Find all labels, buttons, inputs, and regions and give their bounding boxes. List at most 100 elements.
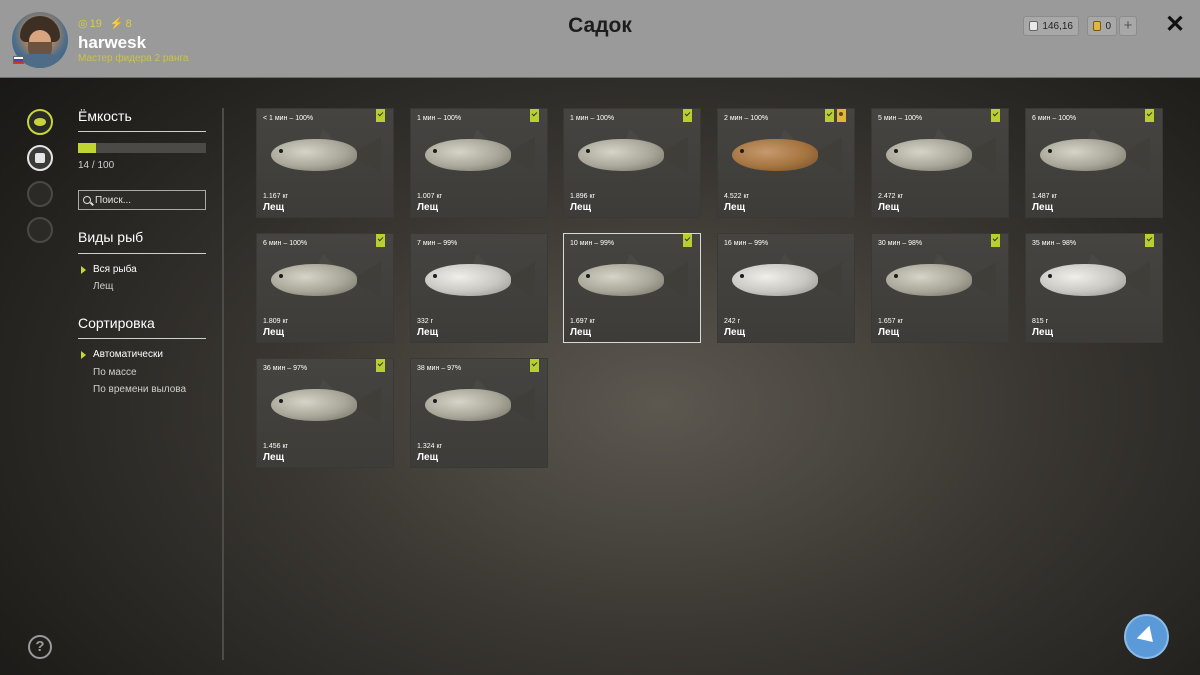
fish-card[interactable]: 38 мин – 97% 1.324 кг Лещ (410, 358, 548, 468)
bream-fish-icon (271, 129, 383, 181)
fish-name: Лещ (263, 202, 285, 213)
cursor-mode-button[interactable] (1124, 614, 1169, 659)
bream-fish-icon (271, 379, 383, 431)
divider (78, 131, 206, 132)
player-rank: Мастер фидера 2 ранга (78, 53, 189, 64)
bream-fish-icon (425, 254, 537, 306)
fish-card[interactable]: 16 мин – 99% 242 г Лещ (717, 233, 855, 343)
close-button[interactable]: ✕ (1163, 13, 1187, 37)
capacity-bar (78, 143, 206, 153)
fish-catch-time: 1 мин – 100% (417, 115, 462, 122)
fish-card[interactable]: 7 мин – 99% 332 г Лещ (410, 233, 548, 343)
fish-name: Лещ (417, 327, 439, 338)
fish-catch-time: 5 мин – 100% (878, 115, 923, 122)
fish-name: Лещ (570, 202, 592, 213)
check-badge-icon (1145, 109, 1154, 122)
fish-card[interactable]: 30 мин – 98% 1.657 кг Лещ (871, 233, 1009, 343)
fish-name: Лещ (570, 327, 592, 338)
add-currency-button[interactable]: + (1119, 16, 1137, 36)
fish-name: Лещ (878, 327, 900, 338)
silver-balance: 146,16 (1023, 16, 1079, 36)
fish-card-selected[interactable]: 10 мин – 99% 1.697 кг Лещ (563, 233, 701, 343)
fish-card[interactable]: 36 мин – 97% 1.456 кг Лещ (256, 358, 394, 468)
search-box[interactable] (78, 190, 206, 210)
check-badge-icon (376, 234, 385, 247)
sort-option-auto[interactable]: Автоматически (93, 349, 163, 360)
fish-card[interactable]: 1 мин – 100% 1.007 кг Лещ (410, 108, 548, 218)
fish-catch-time: 35 мин – 98% (1032, 240, 1077, 247)
gold-coin-icon (1093, 21, 1102, 31)
fish-card[interactable]: 6 мин – 100% 1.809 кг Лещ (256, 233, 394, 343)
sort-heading: Сортировка (78, 315, 155, 331)
fish-weight: 815 г (1032, 318, 1049, 325)
fish-weight: 4.522 кг (724, 193, 750, 200)
trophy-badge-icon (837, 109, 846, 122)
russia-flag-icon (13, 56, 24, 64)
panel-divider (222, 108, 224, 660)
fish-card[interactable]: 6 мин – 100% 1.487 кг Лещ (1025, 108, 1163, 218)
fish-catch-time: 38 мин – 97% (417, 365, 462, 372)
bream-fish-icon (1040, 129, 1152, 181)
check-badge-icon (825, 109, 834, 122)
fish-catch-time: 6 мин – 100% (263, 240, 308, 247)
bream-fish-icon (425, 379, 537, 431)
fish-weight: 2.472 кг (878, 193, 904, 200)
top-bar: ◎ 19 ⚡ 8 harwesk Мастер фидера 2 ранга Сад… (0, 0, 1200, 78)
keepnet-fish-icon[interactable] (27, 109, 53, 135)
check-badge-icon (991, 234, 1000, 247)
fish-weight: 1.167 кг (263, 193, 289, 200)
check-badge-icon (530, 359, 539, 372)
bream-fish-icon (732, 254, 844, 306)
species-heading: Виды рыб (78, 229, 144, 245)
divider (78, 338, 206, 339)
fish-name: Лещ (263, 452, 285, 463)
fish-weight: 1.324 кг (417, 443, 443, 450)
bream-fish-icon (578, 254, 690, 306)
silver-value: 146,16 (1042, 20, 1073, 32)
fish-weight: 1.809 кг (263, 318, 289, 325)
bream-fish-icon (886, 254, 998, 306)
bream-fish-icon (1040, 254, 1152, 306)
bream-fish-icon (425, 129, 537, 181)
fish-card[interactable]: 1 мин – 100% 1.896 кг Лещ (563, 108, 701, 218)
help-button[interactable]: ? (28, 635, 52, 659)
fish-weight: 1.896 кг (570, 193, 596, 200)
fish-weight: 1.487 кг (1032, 193, 1058, 200)
selected-arrow-icon (81, 351, 86, 359)
check-badge-icon (683, 109, 692, 122)
species-option-all[interactable]: Вся рыба (93, 264, 137, 275)
fish-catch-time: 30 мин – 98% (878, 240, 923, 247)
fish-name: Лещ (724, 327, 746, 338)
fish-card[interactable]: 2 мин – 100% 4.522 кг Лещ (717, 108, 855, 218)
species-option-bream[interactable]: Лещ (93, 281, 113, 292)
fish-card[interactable]: 35 мин – 98% 815 г Лещ (1025, 233, 1163, 343)
search-input[interactable] (95, 194, 195, 206)
fish-catch-time: 7 мин – 99% (417, 240, 458, 247)
home-icon[interactable] (27, 217, 53, 243)
check-badge-icon (991, 109, 1000, 122)
fish-catch-time: 36 мин – 97% (263, 365, 308, 372)
capacity-fill (78, 143, 96, 153)
fish-card[interactable]: < 1 мин – 100% 1.167 кг Лещ (256, 108, 394, 218)
fish-weight: 1.697 кг (570, 318, 596, 325)
gold-value: 0 (1105, 20, 1111, 32)
fish-catch-time: < 1 мин – 100% (263, 115, 314, 122)
fish-catch-time: 16 мин – 99% (724, 240, 769, 247)
gold-balance: 0 (1087, 16, 1117, 36)
check-badge-icon (376, 109, 385, 122)
divider (78, 253, 206, 254)
fish-name: Лещ (417, 202, 439, 213)
bream-fish-icon (578, 129, 690, 181)
sort-option-weight[interactable]: По массе (93, 367, 137, 378)
check-badge-icon (683, 234, 692, 247)
inactive-tab-icon[interactable] (27, 181, 53, 207)
cooler-icon[interactable] (27, 145, 53, 171)
fish-catch-time: 2 мин – 100% (724, 115, 769, 122)
fish-weight: 1.456 кг (263, 443, 289, 450)
fish-name: Лещ (1032, 202, 1054, 213)
fish-catch-time: 6 мин – 100% (1032, 115, 1077, 122)
fish-card[interactable]: 5 мин – 100% 2.472 кг Лещ (871, 108, 1009, 218)
check-badge-icon (530, 109, 539, 122)
sort-option-time[interactable]: По времени вылова (93, 384, 186, 395)
fish-catch-time: 10 мин – 99% (570, 240, 615, 247)
